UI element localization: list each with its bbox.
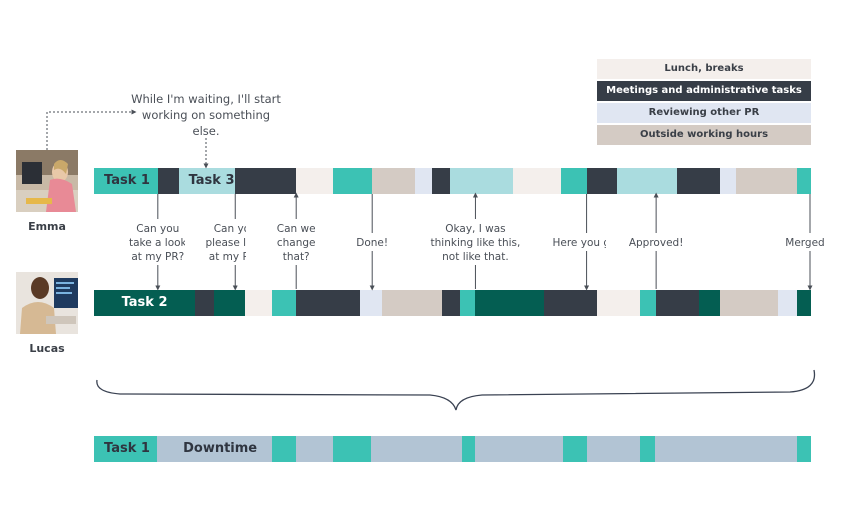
message-label-line: Approved! <box>628 237 684 249</box>
message-label-line: not like that. <box>442 251 509 263</box>
dashed-connector-to-note <box>46 109 137 150</box>
message-label: Okay, I was thinking like this, not like t… <box>425 221 526 265</box>
message-label: Approved! <box>606 235 707 251</box>
message-label: Done! <box>322 235 423 251</box>
curly-brace <box>96 369 816 411</box>
message-label-line: Okay, I was <box>445 223 506 235</box>
message-label-line: Done! <box>356 237 389 249</box>
message-label-line: thinking like this, <box>430 237 521 249</box>
message-label-line: Can we <box>276 223 316 235</box>
message-label: Merged <box>783 235 827 251</box>
message-label-line: Merged <box>785 237 825 249</box>
message-label-line: that? <box>282 251 310 263</box>
